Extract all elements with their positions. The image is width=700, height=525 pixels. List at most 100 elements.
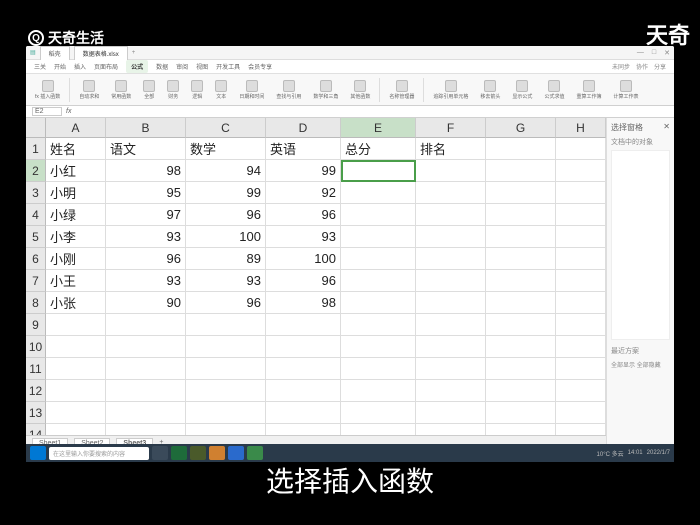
- ribbon-btn[interactable]: fx 插入函数: [32, 80, 63, 100]
- cell-A12[interactable]: [46, 380, 106, 402]
- ribbon-tab-视图[interactable]: 视图: [196, 62, 208, 71]
- cell-H4[interactable]: [556, 204, 606, 226]
- cell-H7[interactable]: [556, 270, 606, 292]
- cell-D11[interactable]: [266, 358, 341, 380]
- cell-G6[interactable]: [486, 248, 556, 270]
- side-close-icon[interactable]: ✕: [663, 122, 670, 133]
- weather-widget[interactable]: 10°C 多云: [597, 449, 624, 458]
- cell-B9[interactable]: [106, 314, 186, 336]
- cell-D5[interactable]: 93: [266, 226, 341, 248]
- cell-E9[interactable]: [341, 314, 416, 336]
- cell-F8[interactable]: [416, 292, 486, 314]
- cell-E10[interactable]: [341, 336, 416, 358]
- col-header-C[interactable]: C: [186, 118, 266, 138]
- row-header[interactable]: 5: [26, 226, 46, 248]
- ribbon-tab-开发工具[interactable]: 开发工具: [216, 62, 240, 71]
- cell-F11[interactable]: [416, 358, 486, 380]
- taskbar-app-3[interactable]: [209, 446, 225, 460]
- cell-B2[interactable]: 98: [106, 160, 186, 182]
- cell-B10[interactable]: [106, 336, 186, 358]
- ribbon-tab-开始[interactable]: 开始: [54, 62, 66, 71]
- col-header-E[interactable]: E: [341, 118, 416, 138]
- cell-C2[interactable]: 94: [186, 160, 266, 182]
- cell-G7[interactable]: [486, 270, 556, 292]
- cell-B5[interactable]: 93: [106, 226, 186, 248]
- ribbon-btn[interactable]: 查找与引用: [273, 80, 304, 100]
- ribbon-collab[interactable]: 协作: [636, 62, 648, 71]
- ribbon-btn[interactable]: 公式求值: [541, 80, 567, 100]
- ribbon-btn[interactable]: 自动求和: [76, 80, 102, 100]
- name-box[interactable]: E2: [32, 107, 62, 116]
- cell-A10[interactable]: [46, 336, 106, 358]
- cell-A4[interactable]: 小绿: [46, 204, 106, 226]
- cell-H11[interactable]: [556, 358, 606, 380]
- ribbon-btn[interactable]: 重算工作簿: [573, 80, 604, 100]
- select-all-corner[interactable]: [26, 118, 46, 138]
- cell-A11[interactable]: [46, 358, 106, 380]
- titlebar-tab-app[interactable]: 稻壳: [40, 46, 70, 60]
- cell-C13[interactable]: [186, 402, 266, 424]
- cell-H12[interactable]: [556, 380, 606, 402]
- cell-C5[interactable]: 100: [186, 226, 266, 248]
- cell-D13[interactable]: [266, 402, 341, 424]
- cell-B8[interactable]: 90: [106, 292, 186, 314]
- row-header[interactable]: 8: [26, 292, 46, 314]
- cell-C4[interactable]: 96: [186, 204, 266, 226]
- row-header[interactable]: 1: [26, 138, 46, 160]
- ribbon-btn[interactable]: 名称管理器: [386, 80, 417, 100]
- cell-G9[interactable]: [486, 314, 556, 336]
- clock-time[interactable]: 14:01: [628, 450, 643, 456]
- cell-E11[interactable]: [341, 358, 416, 380]
- cell-C11[interactable]: [186, 358, 266, 380]
- cell-F6[interactable]: [416, 248, 486, 270]
- cell-C10[interactable]: [186, 336, 266, 358]
- cell-C7[interactable]: 93: [186, 270, 266, 292]
- ribbon-btn[interactable]: 逻辑: [188, 80, 206, 100]
- clock-date[interactable]: 2022/1/7: [647, 450, 670, 456]
- row-header[interactable]: 7: [26, 270, 46, 292]
- cell-D1[interactable]: 英语: [266, 138, 341, 160]
- titlebar-tab-file[interactable]: 数据表格.xlsx: [74, 46, 128, 60]
- cell-H1[interactable]: [556, 138, 606, 160]
- cell-F5[interactable]: [416, 226, 486, 248]
- cell-D3[interactable]: 92: [266, 182, 341, 204]
- cell-E2[interactable]: [341, 160, 416, 182]
- cell-G12[interactable]: [486, 380, 556, 402]
- cell-H2[interactable]: [556, 160, 606, 182]
- ribbon-btn[interactable]: 计算工作表: [610, 80, 641, 100]
- taskbar-app-1[interactable]: [171, 446, 187, 460]
- col-header-A[interactable]: A: [46, 118, 106, 138]
- start-button[interactable]: [30, 446, 46, 460]
- cell-E14[interactable]: [341, 424, 416, 435]
- cell-F2[interactable]: [416, 160, 486, 182]
- cell-C9[interactable]: [186, 314, 266, 336]
- cell-D9[interactable]: [266, 314, 341, 336]
- cell-F9[interactable]: [416, 314, 486, 336]
- cell-F1[interactable]: 排名: [416, 138, 486, 160]
- cell-B13[interactable]: [106, 402, 186, 424]
- col-header-G[interactable]: G: [486, 118, 556, 138]
- cell-A2[interactable]: 小红: [46, 160, 106, 182]
- ribbon-tab-页面布局[interactable]: 页面布局: [94, 62, 118, 71]
- row-header[interactable]: 9: [26, 314, 46, 336]
- cell-B12[interactable]: [106, 380, 186, 402]
- taskbar-search[interactable]: 在这里输入你要搜索的内容: [49, 447, 149, 460]
- row-header[interactable]: 12: [26, 380, 46, 402]
- cell-F7[interactable]: [416, 270, 486, 292]
- taskbar-app-4[interactable]: [228, 446, 244, 460]
- cell-E4[interactable]: [341, 204, 416, 226]
- ribbon-btn[interactable]: 其他函数: [347, 80, 373, 100]
- cell-C8[interactable]: 96: [186, 292, 266, 314]
- cell-H6[interactable]: [556, 248, 606, 270]
- cell-H14[interactable]: [556, 424, 606, 435]
- cell-C3[interactable]: 99: [186, 182, 266, 204]
- ribbon-btn[interactable]: 全部: [140, 80, 158, 100]
- cell-A13[interactable]: [46, 402, 106, 424]
- ribbon-btn[interactable]: 数学和三角: [310, 80, 341, 100]
- cell-B1[interactable]: 语文: [106, 138, 186, 160]
- ribbon-btn[interactable]: 日期和时间: [236, 80, 267, 100]
- cell-G11[interactable]: [486, 358, 556, 380]
- cell-E13[interactable]: [341, 402, 416, 424]
- cell-G8[interactable]: [486, 292, 556, 314]
- cell-G10[interactable]: [486, 336, 556, 358]
